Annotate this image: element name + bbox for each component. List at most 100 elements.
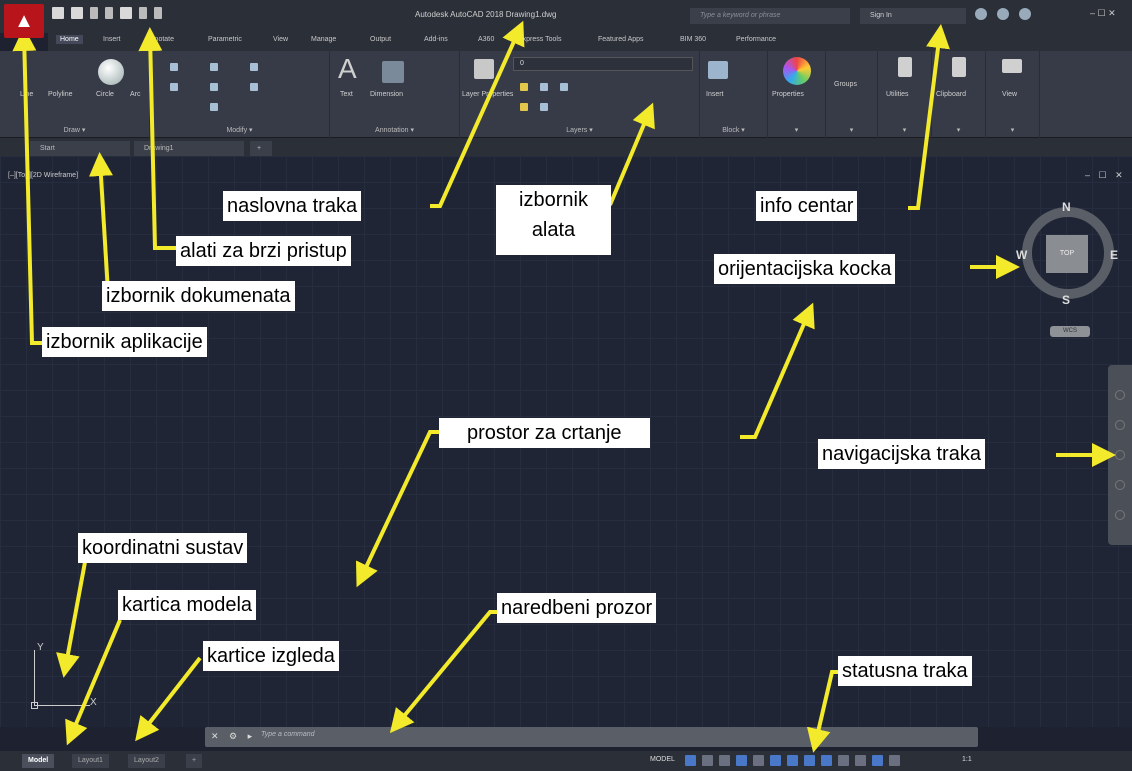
arc-tool[interactable]: Arc — [130, 91, 141, 98]
annotation-visibility-icon[interactable] — [804, 755, 815, 766]
compass-north[interactable]: N — [1062, 200, 1071, 214]
layer-dropdown[interactable]: 0 — [513, 57, 693, 71]
mirror-icon[interactable] — [210, 83, 218, 91]
viewport-window-controls[interactable]: – ☐ ✕ — [1085, 170, 1126, 181]
object-snap-icon[interactable] — [787, 755, 798, 766]
save-icon[interactable] — [90, 7, 98, 19]
compass-east[interactable]: E — [1110, 248, 1118, 262]
wcs-menu[interactable]: WCS — [1050, 326, 1090, 337]
undo-icon[interactable] — [139, 7, 147, 19]
panel-clipboard-label[interactable]: ▾ — [932, 126, 985, 134]
redo-icon[interactable] — [154, 7, 162, 19]
save-as-icon[interactable] — [105, 7, 113, 19]
panel-annotation-label[interactable]: Annotation ▾ — [330, 126, 459, 134]
panel-block-label[interactable]: Block ▾ — [700, 126, 767, 134]
tab-parametric[interactable]: Parametric — [208, 36, 242, 43]
groups-tool[interactable]: Groups — [834, 81, 857, 88]
compass-south[interactable]: S — [1062, 293, 1070, 307]
tab-add-ins[interactable]: Add-ins — [424, 36, 448, 43]
new-icon[interactable] — [52, 7, 64, 19]
file-tab-start[interactable]: Start — [30, 141, 130, 156]
tab-output[interactable]: Output — [370, 36, 391, 43]
zoom-icon[interactable] — [1115, 450, 1125, 460]
clipboard-tool[interactable]: Clipboard — [936, 91, 966, 98]
snap-icon[interactable] — [702, 755, 713, 766]
new-layout-button[interactable]: + — [186, 754, 203, 768]
tab-insert[interactable]: Insert — [103, 36, 121, 43]
layer-lock-icon[interactable] — [560, 83, 568, 91]
insert-tool[interactable]: Insert — [706, 91, 724, 98]
new-file-tab-button[interactable]: + — [250, 141, 272, 156]
panel-view-label[interactable]: ▾ — [986, 126, 1039, 134]
command-input[interactable]: Type a command — [261, 731, 315, 738]
showmotion-icon[interactable] — [1115, 510, 1125, 520]
fillet-icon[interactable] — [250, 83, 258, 91]
viewcube-top-face[interactable]: TOP — [1046, 235, 1088, 273]
tab-view[interactable]: View — [273, 36, 288, 43]
properties-tool[interactable]: Properties — [772, 91, 804, 98]
compass-west[interactable]: W — [1016, 248, 1027, 262]
panel-groups-label[interactable]: ▾ — [826, 126, 877, 134]
panel-properties-label[interactable]: ▾ — [768, 126, 825, 134]
tab-manage[interactable]: Manage — [311, 36, 336, 43]
circle-tool[interactable]: Circle — [96, 91, 114, 98]
tab-annotate[interactable]: Annotate — [146, 36, 174, 43]
view-tool[interactable]: View — [1002, 91, 1017, 98]
panel-draw-label[interactable]: Draw ▾ — [0, 126, 149, 134]
plus-icon[interactable] — [855, 755, 866, 766]
steering-wheel-icon[interactable] — [1115, 390, 1125, 400]
autodesk-icon[interactable] — [997, 8, 1009, 20]
polyline-tool[interactable]: Polyline — [48, 91, 73, 98]
application-menu-button[interactable]: ▲ — [4, 4, 44, 38]
utilities-tool[interactable]: Utilities — [886, 91, 909, 98]
panel-utilities-label[interactable]: ▾ — [878, 126, 931, 134]
tab-express-tools[interactable]: Express Tools — [518, 36, 561, 43]
text-tool[interactable]: Text — [340, 91, 353, 98]
layer-isolate-icon[interactable] — [540, 103, 548, 111]
model-space-toggle[interactable]: MODEL — [650, 756, 675, 763]
rotate-icon[interactable] — [210, 63, 218, 71]
search-input[interactable]: Type a keyword or phrase — [690, 8, 850, 24]
tab-home[interactable]: Home — [56, 35, 83, 44]
layout2-tab[interactable]: Layout2 — [128, 754, 165, 768]
dimension-tool[interactable]: Dimension — [370, 91, 403, 98]
array-icon[interactable] — [210, 103, 218, 111]
panel-layers-label[interactable]: Layers ▾ — [460, 126, 699, 134]
layer-on-icon[interactable] — [520, 83, 528, 91]
fullscreen-icon[interactable] — [889, 755, 900, 766]
trim-icon[interactable] — [250, 63, 258, 71]
sign-in-button[interactable]: Sign In — [860, 8, 966, 24]
help-icon[interactable] — [1019, 8, 1031, 20]
exchange-icon[interactable] — [975, 8, 987, 20]
tab-bim-360[interactable]: BIM 360 — [680, 36, 706, 43]
orbit-icon[interactable] — [1115, 480, 1125, 490]
pan-icon[interactable] — [1115, 420, 1125, 430]
print-icon[interactable] — [120, 7, 132, 19]
isodraft-icon[interactable] — [753, 755, 764, 766]
tab-performance[interactable]: Performance — [736, 36, 776, 43]
window-controls[interactable]: – ☐ ✕ — [1090, 8, 1116, 19]
layer-freeze-icon[interactable] — [540, 83, 548, 91]
workspace-icon[interactable] — [838, 755, 849, 766]
line-tool[interactable]: Line — [20, 91, 33, 98]
object-snap-tracking-icon[interactable] — [770, 755, 781, 766]
file-tab-drawing1[interactable]: Drawing1 — [134, 141, 244, 156]
annotation-scale[interactable]: 1:1 — [962, 756, 972, 763]
grid-icon[interactable] — [685, 755, 696, 766]
tab-a360[interactable]: A360 — [478, 36, 494, 43]
polar-icon[interactable] — [736, 755, 747, 766]
model-tab[interactable]: Model — [22, 754, 55, 768]
isolate-objects-icon[interactable] — [872, 755, 883, 766]
viewport-controls[interactable]: [–][Top][2D Wireframe] — [8, 172, 78, 179]
copy-icon[interactable] — [170, 83, 178, 91]
autoscale-icon[interactable] — [821, 755, 832, 766]
layout1-tab[interactable]: Layout1 — [72, 754, 109, 768]
open-icon[interactable] — [71, 7, 83, 19]
move-icon[interactable] — [170, 63, 178, 71]
ortho-icon[interactable] — [719, 755, 730, 766]
panel-modify-label[interactable]: Modify ▾ — [150, 126, 329, 134]
command-line-buttons[interactable]: ✕ ⚙ ▸ — [211, 731, 256, 742]
tab-featured-apps[interactable]: Featured Apps — [598, 36, 644, 43]
layer-match-icon[interactable] — [520, 103, 528, 111]
layer-properties-tool[interactable]: Layer Properties — [462, 91, 513, 98]
